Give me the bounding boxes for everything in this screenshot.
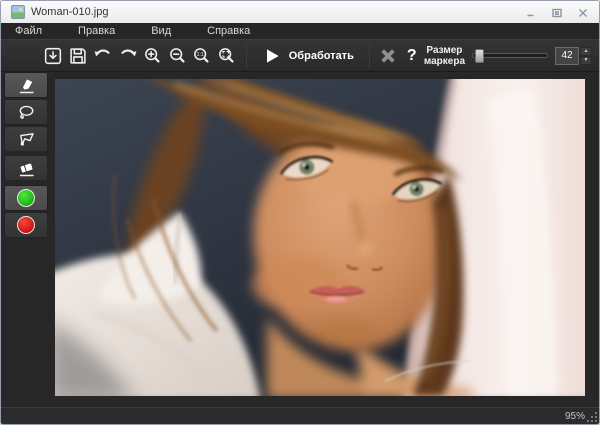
maximize-button[interactable]	[547, 5, 567, 20]
marker-size-label: Размер маркера	[424, 45, 465, 67]
marker-tool-button[interactable]	[4, 72, 48, 98]
lasso-icon	[16, 102, 36, 122]
play-icon	[262, 46, 282, 66]
photo-woman-portrait	[55, 79, 585, 396]
canvas-area	[1, 72, 599, 407]
toolbar-separator	[246, 43, 247, 69]
menu-edit[interactable]: Правка	[78, 25, 135, 37]
zoom-fit-icon	[216, 45, 238, 67]
close-button[interactable]	[573, 5, 593, 20]
marker-size-spinner: ▲ ▼	[580, 47, 592, 65]
toolbar: 1:1 Обработать ? Размер	[1, 39, 599, 72]
app-window: Woman-010.jpg Файл Правка Вид Справка	[0, 0, 600, 425]
menu-view[interactable]: Вид	[151, 25, 191, 37]
photo-canvas[interactable]	[55, 79, 585, 396]
eraser-icon	[16, 158, 36, 178]
eraser-tool-button[interactable]	[4, 155, 48, 181]
zoom-out-button[interactable]	[165, 42, 190, 70]
process-button[interactable]: Обработать	[253, 42, 363, 70]
help-button[interactable]: ?	[400, 42, 424, 70]
tool-sidebar	[4, 72, 48, 239]
svg-text:1:1: 1:1	[197, 52, 204, 58]
zoom-actual-icon: 1:1	[191, 45, 213, 67]
lasso-tool-button[interactable]	[4, 99, 48, 125]
zoom-level: 95%	[565, 411, 585, 422]
polygon-lasso-tool-button[interactable]	[4, 126, 48, 152]
marker-size-slider[interactable]	[472, 53, 548, 58]
marker-icon	[16, 75, 36, 95]
window-title: Woman-010.jpg	[31, 6, 108, 18]
green-color-button[interactable]	[4, 185, 48, 211]
menu-help[interactable]: Справка	[207, 25, 270, 37]
toolbar-separator	[369, 43, 370, 69]
zoom-actual-button[interactable]: 1:1	[190, 42, 215, 70]
zoom-out-icon	[167, 45, 189, 67]
zoom-in-button[interactable]	[140, 42, 165, 70]
cancel-icon	[377, 45, 399, 67]
zoom-in-icon	[142, 45, 164, 67]
red-circle-icon	[17, 216, 35, 234]
marker-size-input[interactable]	[555, 47, 579, 65]
save-button[interactable]	[66, 42, 91, 70]
red-color-button[interactable]	[4, 212, 48, 238]
process-label: Обработать	[289, 50, 354, 62]
spinner-up-icon[interactable]: ▲	[580, 47, 592, 56]
green-circle-icon	[17, 189, 35, 207]
undo-button[interactable]	[91, 42, 116, 70]
cancel-button[interactable]	[376, 42, 400, 70]
spinner-down-icon[interactable]: ▼	[580, 56, 592, 65]
menu-file[interactable]: Файл	[15, 25, 62, 37]
menu-bar: Файл Правка Вид Справка	[1, 23, 599, 39]
redo-button[interactable]	[116, 42, 141, 70]
slider-handle[interactable]	[475, 49, 484, 63]
open-icon	[42, 45, 64, 67]
zoom-fit-button[interactable]	[215, 42, 240, 70]
help-icon: ?	[407, 47, 417, 65]
polygon-lasso-icon	[16, 129, 36, 149]
save-icon	[67, 45, 89, 67]
redo-icon	[117, 45, 139, 67]
app-icon	[11, 5, 25, 19]
minimize-button[interactable]	[521, 5, 541, 20]
status-bar: 95%	[1, 407, 599, 424]
resize-grip-icon[interactable]	[595, 420, 597, 422]
title-bar: Woman-010.jpg	[1, 1, 599, 23]
open-button[interactable]	[41, 42, 66, 70]
undo-icon	[92, 45, 114, 67]
